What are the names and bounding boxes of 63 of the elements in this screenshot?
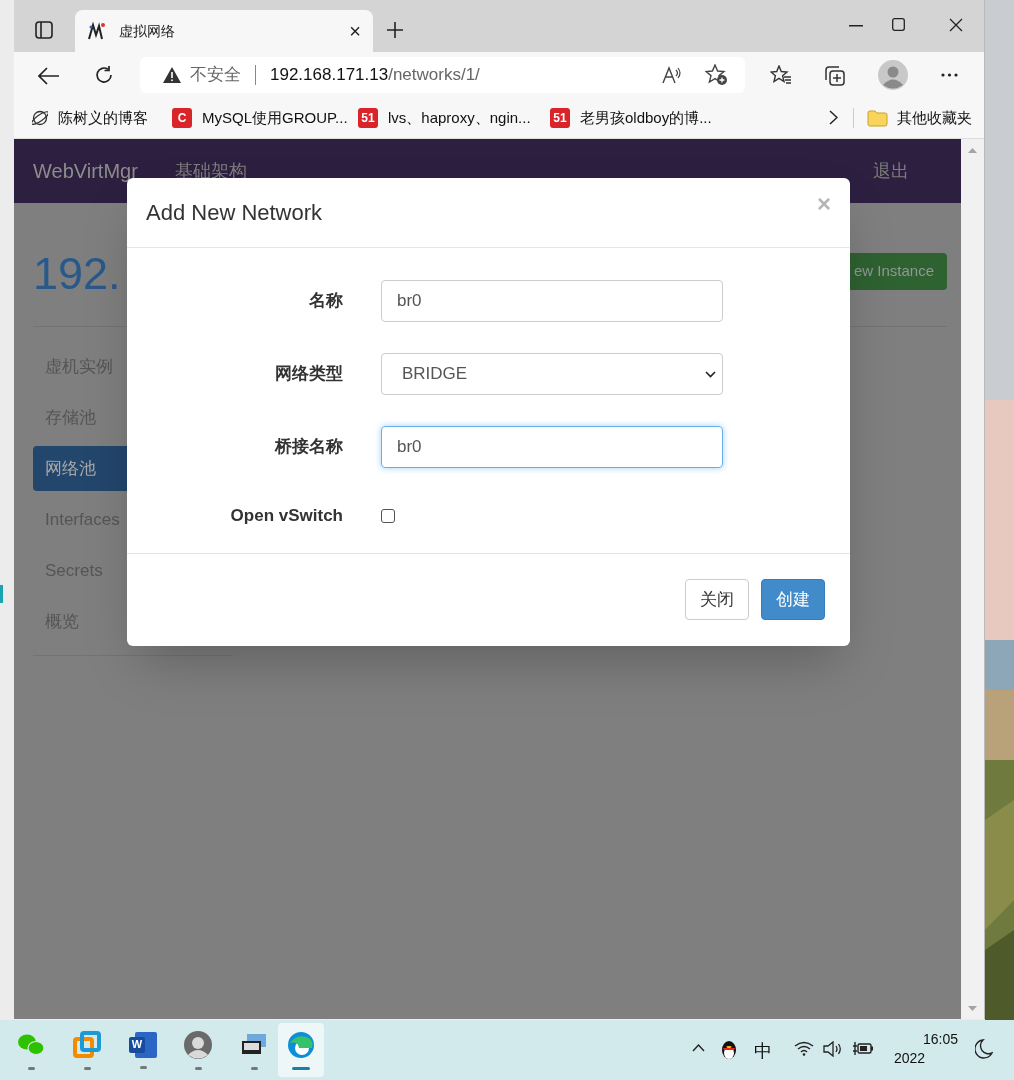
folder-icon <box>867 109 888 127</box>
site-logo: 51 <box>550 108 570 128</box>
moon-icon[interactable] <box>975 1039 993 1059</box>
close-tab-button[interactable]: × <box>349 21 361 41</box>
text-input[interactable]: br0 <box>381 426 723 468</box>
window-edge <box>0 585 3 603</box>
address-bar[interactable]: 不安全 192.168.171.13/networks/1/ <box>140 57 745 93</box>
warning-icon <box>162 66 182 84</box>
security-label: 不安全 <box>190 64 241 87</box>
taskbar-app[interactable]: W <box>120 1023 166 1077</box>
create-button[interactable]: 创建 <box>761 579 825 620</box>
input-method-indicator[interactable]: 中 <box>754 1038 772 1065</box>
favorites-icon[interactable] <box>770 65 792 85</box>
tabs-icon[interactable] <box>35 21 53 39</box>
site-logo: 51 <box>358 108 378 128</box>
bookmark[interactable]: 51 lvs、haproxy、ngin... <box>358 106 531 130</box>
new-tab-icon[interactable] <box>386 21 404 39</box>
person-avatar-icon <box>184 1030 212 1059</box>
checkbox[interactable] <box>381 509 395 523</box>
battery-charging-icon[interactable] <box>852 1040 874 1057</box>
clock-date: 2022 <box>894 1049 926 1068</box>
clock[interactable]: 16:05 2022 <box>888 1030 958 1068</box>
favicon-icon <box>87 21 107 41</box>
wifi-icon[interactable] <box>794 1041 814 1056</box>
brand-link[interactable]: WebVirtMgr <box>33 156 138 186</box>
url-text: 192.168.171.13/networks/1/ <box>270 64 480 87</box>
penguin-icon[interactable] <box>720 1039 738 1060</box>
chevron-down-icon <box>705 370 716 378</box>
close-icon[interactable] <box>949 18 963 32</box>
maximize-icon[interactable] <box>892 18 905 31</box>
chevron-up-icon[interactable] <box>692 1044 705 1052</box>
profile-avatar-icon[interactable] <box>878 60 908 90</box>
browser-tab[interactable]: 虚拟网络 × <box>75 10 373 52</box>
text-input[interactable]: br0 <box>381 280 723 322</box>
site-logo: C <box>172 108 192 128</box>
other-bookmarks[interactable]: 其他收藏夹 <box>867 106 972 130</box>
bookmark[interactable]: C MySQL使用GROUP... <box>172 106 348 130</box>
word-logo: W <box>129 1036 145 1053</box>
chevron-right-icon[interactable] <box>829 110 838 125</box>
select-dropdown[interactable]: BRIDGE <box>381 353 723 395</box>
overlapping-squares-icon <box>73 1030 101 1059</box>
modal-title: Add New Network <box>146 199 323 227</box>
logout-link[interactable]: 退出 <box>873 157 910 185</box>
minimize-icon[interactable] <box>849 25 863 27</box>
speaker-icon[interactable] <box>823 1041 842 1057</box>
bookmark[interactable]: 陈树义的博客 <box>32 106 148 130</box>
globe-icon <box>32 110 48 126</box>
browser-app-icon <box>287 1030 315 1059</box>
more-icon[interactable] <box>941 73 958 77</box>
tab-title: 虚拟网络 <box>119 21 176 41</box>
page-heading: 192. <box>33 251 121 296</box>
clock-time: 16:05 <box>922 1030 958 1049</box>
collections-icon[interactable] <box>824 65 846 87</box>
field-label: 桥接名称 <box>273 436 343 459</box>
read-aloud-icon[interactable] <box>662 66 682 84</box>
field-label: Open vSwitch <box>229 505 343 528</box>
refresh-icon[interactable] <box>94 65 114 85</box>
field-label: 名称 <box>308 290 343 313</box>
favorite-add-icon[interactable] <box>705 64 728 86</box>
back-icon[interactable] <box>38 67 60 85</box>
field-label: 网络类型 <box>274 363 343 386</box>
bookmark[interactable]: 51 老男孩oldboy的博... <box>550 106 712 130</box>
close-dialog-button[interactable]: 关闭 <box>685 579 749 620</box>
